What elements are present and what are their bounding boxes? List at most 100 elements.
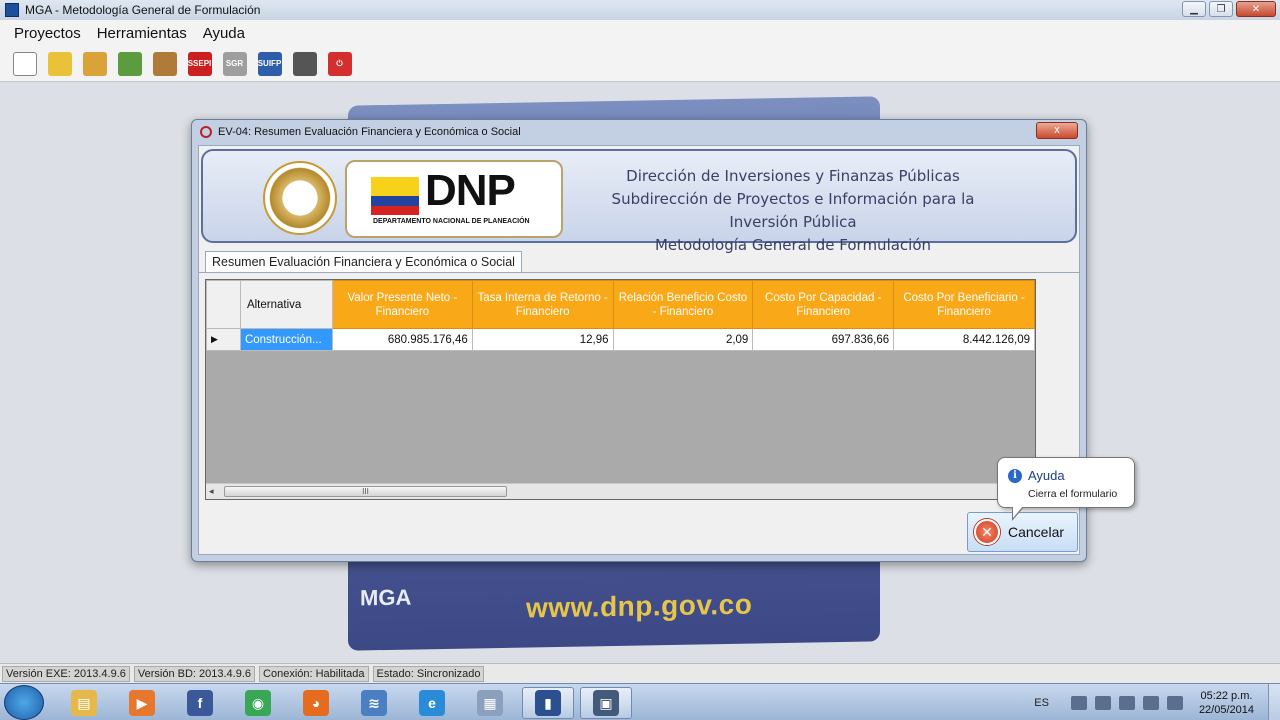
tooltip-tail-fill [1013,506,1023,518]
app-title: MGA - Metodología General de Formulación [25,3,261,17]
info-icon: i [1008,469,1022,483]
menubar: Proyectos Herramientas Ayuda [0,20,1280,46]
language-indicator[interactable]: ES [1034,697,1049,709]
row-selector-icon[interactable]: ▶ [206,328,241,351]
header-line-subdireccion: Subdirección de Proyectos e Información … [611,190,975,231]
column-header[interactable]: Costo Por Capacidad - Financiero [752,280,895,329]
table-cell[interactable]: 2,09 [612,328,754,351]
delete-icon [82,51,107,76]
horizontal-scrollbar[interactable]: ◂ III [206,483,1035,499]
column-header[interactable]: Tasa Interna de Retorno - Financiero [471,280,614,329]
dnp-url: www.dnp.gov.co [526,588,753,624]
print-icon [292,51,317,76]
menu-herramientas[interactable]: Herramientas [89,25,195,42]
ssepi-button[interactable]: SSEPI [183,48,216,80]
dialog-icon [200,126,212,138]
refresh-button[interactable] [113,48,146,80]
sgr-button[interactable]: SGR [218,48,251,80]
app-icon [5,3,19,17]
tab-resumen[interactable]: Resumen Evaluación Financiera y Económic… [205,251,522,273]
signal-icon[interactable] [1094,695,1111,710]
table-cell[interactable]: 12,96 [471,328,614,351]
taskbar-app-firefox[interactable]: ◕ [290,687,342,719]
flag-icon[interactable] [1142,695,1159,710]
transfer-icon [152,51,177,76]
new-document-button[interactable] [8,48,41,80]
delete-button[interactable] [78,48,111,80]
suifp-icon: SUIFP [257,51,282,76]
volume-icon[interactable] [1166,695,1183,710]
statusbar: Versión EXE: 2013.4.9.6 Versión BD: 2013… [0,663,1280,683]
status-state: Estado: Sincronizado [372,665,485,682]
row-header-corner [206,280,241,329]
show-desktop-button[interactable] [1268,684,1280,720]
dialog-body: DNP DEPARTAMENTO NACIONAL DE PLANEACIÓN … [198,145,1080,555]
chrome-icon: ◉ [245,690,271,716]
taskbar-app-mga-app[interactable]: ▮ [522,687,574,719]
sgr-icon: SGR [222,51,247,76]
clock[interactable]: 05:22 p.m. 22/05/2014 [1199,689,1254,717]
colombia-seal-icon [263,161,337,235]
clock-date: 22/05/2014 [1198,703,1254,716]
dnp-logo-subtitle: DEPARTAMENTO NACIONAL DE PLANEACIÓN [373,218,530,225]
table-cell[interactable]: 697.836,66 [752,328,895,351]
app-titlebar: MGA - Metodología General de Formulación… [0,0,1280,20]
menu-ayuda[interactable]: Ayuda [195,25,253,42]
taskbar-app-chrome[interactable]: ◉ [232,687,284,719]
taskbar-app-facebook[interactable]: f [174,687,226,719]
tooltip-text: Cierra el formulario [1028,488,1118,500]
help-tooltip: i Ayuda Cierra el formulario [997,457,1135,521]
taskbar-app-explorer[interactable]: ▤ [58,687,110,719]
start-button[interactable] [4,685,44,720]
table-row[interactable]: ▶ Construcción... 680.985.176,46 12,96 2… [206,328,1035,351]
system-tray: ES 05:22 p.m. 22/05/2014 [1034,684,1280,720]
restore-button[interactable]: ❐ [1209,1,1233,17]
exit-button[interactable]: ⏻ [323,48,356,80]
ssepi-icon: SSEPI [187,51,212,76]
taskbar-app-media-player[interactable]: ▶ [116,687,168,719]
column-header[interactable]: Costo Por Beneficiario - Financiero [893,280,1035,329]
status-db-version: Versión BD: 2013.4.9.6 [133,665,256,682]
tab-panel: Alternativa Valor Presente Neto - Financ… [199,272,1079,507]
tooltip-title: Ayuda [1028,468,1065,483]
clock-time: 05:22 p.m. [1200,689,1253,702]
print-button[interactable] [288,48,321,80]
toolbar: SSEPI SGR SUIFP ⏻ [0,46,1280,82]
suifp-button[interactable]: SUIFP [253,48,286,80]
transfer-button[interactable] [148,48,181,80]
scrollbar-thumb[interactable]: III [224,486,507,497]
window-controls: ▁ ❐ ✕ [1182,1,1276,17]
column-header[interactable]: Valor Presente Neto - Financiero [331,280,473,329]
table-cell[interactable]: 680.985.176,46 [331,328,473,351]
media-player-icon: ▶ [129,690,155,716]
internet-explorer-icon: e [419,690,445,716]
facebook-icon: f [187,690,213,716]
taskbar-app-internet-explorer[interactable]: e [406,687,458,719]
column-header[interactable]: Relación Beneficio Costo - Financiero [612,280,754,329]
dnp-logo: DNP DEPARTAMENTO NACIONAL DE PLANEACIÓN [345,160,563,238]
results-table: Alternativa Valor Presente Neto - Financ… [206,280,1035,351]
status-connection: Conexión: Habilitada [259,665,369,682]
cancel-label: Cancelar [1008,524,1065,540]
menu-proyectos[interactable]: Proyectos [6,25,89,42]
taskbar-app-calculator[interactable]: ▦ [464,687,516,719]
tools-icon[interactable] [1118,695,1135,710]
network-icon[interactable] [1070,695,1087,710]
dialog-close-button[interactable]: x [1036,122,1078,139]
header-line-direccion: Dirección de Inversiones y Finanzas Públ… [626,167,960,185]
table-cell[interactable]: Construcción... [239,328,333,351]
table-cell[interactable]: 8.442.126,09 [893,328,1035,351]
taskbar: ES 05:22 p.m. 22/05/2014 ▤ ▶ f ◉ ◕ ≋ e ▦ ▮ ▣ [0,683,1280,720]
colombia-flag-icon [371,177,419,215]
taskbar-app-video-editor[interactable]: ▣ [580,687,632,719]
minimize-button[interactable]: ▁ [1182,1,1206,17]
header-line-metodologia: Metodología General de Formulación [654,236,932,254]
taskbar-app-network[interactable]: ≋ [348,687,400,719]
network-icon: ≋ [361,690,387,716]
close-window-button[interactable]: ✕ [1236,1,1276,17]
scroll-left-icon[interactable]: ◂ [209,486,214,497]
header-text: Dirección de Inversiones y Finanzas Públ… [583,165,1003,257]
open-folder-button[interactable] [43,48,76,80]
column-header[interactable]: Alternativa [239,280,333,329]
summary-dialog: EV-04: Resumen Evaluación Financiera y E… [191,119,1087,562]
